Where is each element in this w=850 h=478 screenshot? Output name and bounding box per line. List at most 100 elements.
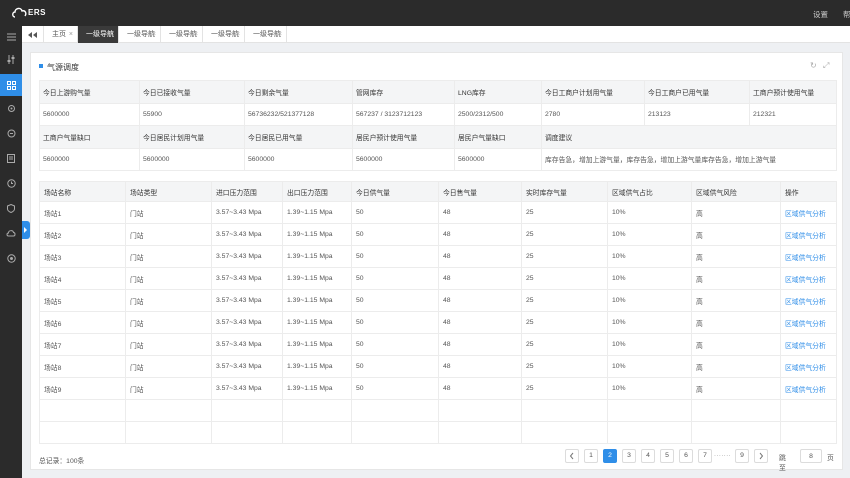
sidebar-item-chat[interactable] xyxy=(0,122,22,144)
app-logo[interactable]: ERS xyxy=(12,6,48,20)
tab-bar: 主页 × 一级导航 × 一级导航 × 一级导航 × 一级导航 × 一级导航 × xyxy=(22,26,850,43)
empty-row xyxy=(39,421,837,444)
page-last-button[interactable]: 9 xyxy=(735,449,749,463)
page-5-button[interactable]: 5 xyxy=(660,449,674,463)
region-analysis-link[interactable]: 区域供气分析 xyxy=(780,267,837,290)
close-icon[interactable]: × xyxy=(194,26,198,43)
table-cell: 50 xyxy=(351,377,439,400)
tab-nav-5[interactable]: 一级导航 × xyxy=(245,26,287,43)
sidebar-item-document[interactable] xyxy=(0,147,22,169)
sidebar-item-cloud[interactable] xyxy=(0,222,22,244)
summary-header-cell: 今日工商户已用气量 xyxy=(644,80,750,104)
next-page-button[interactable] xyxy=(754,449,768,463)
table-cell: 10% xyxy=(607,355,692,378)
jump-label: 跳至 xyxy=(779,455,786,472)
column-header: 场站类型 xyxy=(125,181,212,202)
table-cell: 场站8 xyxy=(39,355,126,378)
summary-header-cell: 居民户预计使用气量 xyxy=(352,125,455,149)
page-2-button[interactable]: 2 xyxy=(603,449,617,463)
page-1-button[interactable]: 1 xyxy=(584,449,598,463)
summary-value-cell: 库存告急，增加上游气量，库存告急，增加上游气量库存告急，增加上游气量 xyxy=(541,147,837,171)
sidebar-item-clock[interactable] xyxy=(0,172,22,194)
table-cell: 高 xyxy=(691,289,781,312)
sidebar-item-dashboard[interactable] xyxy=(0,74,22,96)
card-title: 气源调度 xyxy=(47,63,79,72)
table-cell: 高 xyxy=(691,267,781,290)
globe-icon xyxy=(6,253,16,263)
summary-header-cell: 工商户气量缺口 xyxy=(39,125,140,149)
close-icon[interactable]: × xyxy=(69,26,73,43)
cloud-icon xyxy=(6,230,16,237)
sidebar-item-globe[interactable] xyxy=(0,247,22,269)
table-cell: 3.57~3.43 Mpa xyxy=(211,223,283,246)
summary-header-cell: 工商户预计使用气量 xyxy=(749,80,837,104)
settings-link[interactable]: 设置 xyxy=(813,9,828,20)
tab-back-button[interactable] xyxy=(22,26,44,43)
table-cell xyxy=(282,421,352,444)
table-cell: 48 xyxy=(438,289,522,312)
page-3-button[interactable]: 3 xyxy=(622,449,636,463)
empty-row xyxy=(39,399,837,422)
sidebar-item-shield[interactable] xyxy=(0,197,22,219)
table-cell xyxy=(39,399,126,422)
region-analysis-link[interactable]: 区域供气分析 xyxy=(780,355,837,378)
page-7-button[interactable]: 7 xyxy=(698,449,712,463)
region-analysis-link[interactable]: 区域供气分析 xyxy=(780,377,837,400)
user-link[interactable]: 帮 xyxy=(843,9,850,20)
region-analysis-link[interactable]: 区域供气分析 xyxy=(780,223,837,246)
tab-nav-2[interactable]: 一级导航 × xyxy=(119,26,161,43)
summary-header-cell: 今日上游购气量 xyxy=(39,80,140,104)
total-records: 总记录：100条 xyxy=(39,458,85,465)
page-6-button[interactable]: 6 xyxy=(679,449,693,463)
table-cell: 25 xyxy=(521,333,608,356)
summary-header-cell: 今日已接收气量 xyxy=(139,80,245,104)
sidebar-expand-toggle[interactable] xyxy=(22,221,30,239)
summary-value-cell: 5600000 xyxy=(39,102,140,126)
table-cell: 3.57~3.43 Mpa xyxy=(211,333,283,356)
region-analysis-link[interactable]: 区域供气分析 xyxy=(780,201,837,224)
jump-page-input[interactable] xyxy=(800,449,822,463)
table-cell: 1.39~1.15 Mpa xyxy=(282,355,352,378)
region-analysis-link[interactable]: 区域供气分析 xyxy=(780,311,837,334)
table-cell: 场站9 xyxy=(39,377,126,400)
table-cell: 3.57~3.43 Mpa xyxy=(211,245,283,268)
tab-nav-4[interactable]: 一级导航 × xyxy=(203,26,245,43)
region-analysis-link[interactable]: 区域供气分析 xyxy=(780,289,837,312)
region-analysis-link[interactable]: 区域供气分析 xyxy=(780,245,837,268)
table-cell xyxy=(780,421,837,444)
sidebar-item-gear[interactable] xyxy=(0,97,22,119)
summary-value-cell: 5600000 xyxy=(352,147,455,171)
tab-nav-3[interactable]: 一级导航 × xyxy=(161,26,203,43)
table-row: 场站3 门站 3.57~3.43 Mpa 1.39~1.15 Mpa 50 48 25 10%… xyxy=(39,245,837,268)
summary-value-cell: 55900 xyxy=(139,102,245,126)
expand-icon[interactable]: ⤢ xyxy=(823,61,829,71)
table-cell: 高 xyxy=(691,333,781,356)
refresh-icon[interactable]: ↻ xyxy=(810,61,817,70)
region-analysis-link[interactable]: 区域供气分析 xyxy=(780,333,837,356)
table-cell: 10% xyxy=(607,223,692,246)
sidebar-item-menu[interactable] xyxy=(0,26,22,48)
table-row: 场站8 门站 3.57~3.43 Mpa 1.39~1.15 Mpa 50 48 25 10%… xyxy=(39,355,837,378)
card-tools: ↻ ⤢ xyxy=(810,61,834,71)
prev-page-button[interactable] xyxy=(565,449,579,463)
chevron-left-icon xyxy=(569,452,574,460)
double-chevron-left-icon xyxy=(28,31,37,38)
tab-nav-1[interactable]: 一级导航 × xyxy=(78,26,119,43)
tab-home[interactable]: 主页 × xyxy=(44,26,78,43)
summary-header-cell: 调度建议 xyxy=(541,125,837,149)
station-table: 场站名称 场站类型 进口压力范围 出口压力范围 今日供气量 今日售气量 实时库存气量 区域供气… xyxy=(39,181,837,444)
close-icon[interactable]: × xyxy=(236,26,240,43)
sidebar-item-sliders[interactable] xyxy=(0,48,22,70)
table-cell: 50 xyxy=(351,201,439,224)
sidebar xyxy=(0,26,22,478)
close-icon[interactable]: × xyxy=(152,26,156,43)
close-icon[interactable]: × xyxy=(110,26,114,43)
table-cell: 场站4 xyxy=(39,267,126,290)
table-cell: 50 xyxy=(351,289,439,312)
table-cell: 25 xyxy=(521,311,608,334)
table-cell: 3.57~3.43 Mpa xyxy=(211,355,283,378)
close-icon[interactable]: × xyxy=(278,26,282,43)
page-4-button[interactable]: 4 xyxy=(641,449,655,463)
table-cell xyxy=(780,399,837,422)
table-cell xyxy=(691,399,781,422)
